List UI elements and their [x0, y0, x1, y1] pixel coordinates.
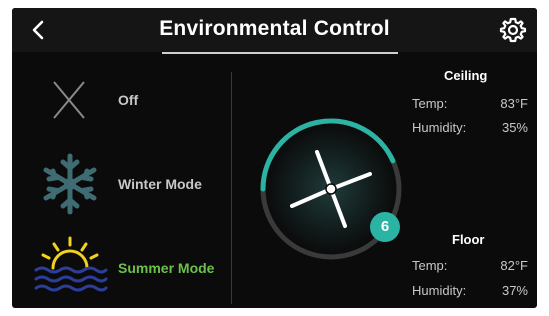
mode-summer-label: Summer Mode: [118, 260, 215, 276]
panel-divider: [231, 72, 232, 304]
floor-temp-label: Temp:: [412, 258, 448, 273]
page-title: Environmental Control: [159, 17, 390, 40]
mode-winter[interactable]: Winter Mode: [20, 152, 230, 216]
title-underline: [162, 52, 398, 54]
sun-waves-icon: [34, 236, 108, 292]
mode-summer[interactable]: Summer Mode: [20, 236, 230, 300]
ceiling-temp-label: Temp:: [412, 96, 448, 111]
floor-humidity-label: Humidity:: [412, 283, 467, 298]
header-bar: Environmental Control: [12, 8, 537, 52]
gear-icon[interactable]: [499, 16, 527, 44]
mode-winter-label: Winter Mode: [118, 176, 202, 192]
floor-title: Floor: [452, 232, 485, 247]
floor-temp-value: 82°F: [500, 258, 528, 273]
x-off-icon: [53, 81, 85, 119]
environmental-control-screen: Environmental Control Off Winter Mode Su…: [12, 8, 537, 308]
snowflake-icon: [43, 153, 97, 215]
floor-humidity-value: 37%: [501, 283, 528, 298]
ceiling-temp-value: 83°F: [500, 96, 528, 111]
ceiling-humidity-value: 35%: [501, 120, 528, 135]
ceiling-humidity-label: Humidity:: [412, 120, 467, 135]
fan-speed-badge: 6: [370, 212, 400, 242]
mode-off-label: Off: [118, 92, 139, 108]
mode-off[interactable]: Off: [20, 68, 230, 132]
ceiling-title: Ceiling: [444, 68, 488, 83]
